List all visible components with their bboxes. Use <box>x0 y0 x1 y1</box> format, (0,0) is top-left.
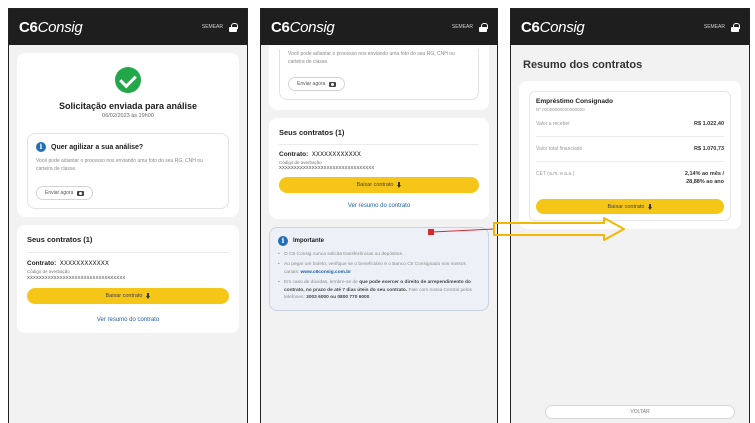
list-item: O C6 Consig nunca solicita transferência… <box>278 251 480 259</box>
download-icon <box>396 182 402 188</box>
c6-consig-logo: C6Consig <box>19 18 83 36</box>
lock-icon[interactable] <box>479 22 488 32</box>
code-label: Código de averbação <box>27 269 70 274</box>
important-card: i Importante O C6 Consig nunca solicita … <box>269 227 489 311</box>
status-date: 06/02/2023 às 19h00 <box>102 113 154 119</box>
download-contract-button[interactable]: Baixar contrato <box>279 177 479 193</box>
exit-label[interactable]: SEMEAR <box>202 24 223 30</box>
contract-summary-card: Empréstimo Consignado Nº 000000000000000… <box>519 81 741 229</box>
phone-screen-scrolled: C6Consig SEMEAR Você pode adiantar o pro… <box>260 8 498 423</box>
page-title: Resumo dos contratos <box>523 59 643 71</box>
send-photo-button[interactable]: Enviar agora <box>288 77 346 91</box>
download-icon <box>145 293 151 299</box>
download-contract-button[interactable]: Baixar contrato <box>536 199 724 215</box>
lock-icon[interactable] <box>229 22 238 32</box>
info-icon: i <box>278 236 288 246</box>
speed-up-text: Você pode adiantar o processo nos envian… <box>288 51 455 65</box>
camera-icon <box>329 81 337 87</box>
phone-screen-summary: C6Consig SEMEAR Resumo dos contratos Emp… <box>510 8 750 423</box>
speed-up-title: Quer agilizar a sua análise? <box>51 143 144 151</box>
code-value: XXXXXXXXXXXXXXXXXXXXXXXXXXXXXXXX <box>279 166 375 171</box>
send-photo-button[interactable]: Enviar agora <box>36 186 94 200</box>
top-bar: C6Consig SEMEAR <box>511 9 749 45</box>
c6-consig-logo: C6Consig <box>271 18 335 36</box>
download-icon <box>647 203 653 210</box>
top-bar: C6Consig SEMEAR <box>261 9 497 45</box>
site-link[interactable]: www.c6consig.com.br <box>301 270 351 275</box>
camera-icon <box>77 190 85 196</box>
exit-label[interactable]: SEMEAR <box>704 24 725 30</box>
contracts-title: Seus contratos (1) <box>279 128 345 137</box>
contract-number: Contrato: XXXXXXXXXXXX <box>27 260 110 267</box>
important-list: O C6 Consig nunca solicita transferência… <box>278 251 480 302</box>
success-check-icon <box>115 67 141 93</box>
info-icon: i <box>36 142 46 152</box>
important-title: Importante <box>293 238 325 244</box>
phone-screen-status: C6Consig SEMEAR Solicitação enviada para… <box>8 8 248 423</box>
speed-up-card-partial: Você pode adiantar o processo nos envian… <box>269 45 489 110</box>
code-label: Código de averbação <box>279 160 322 165</box>
view-summary-link[interactable]: Ver resumo do contrato <box>279 203 479 209</box>
contracts-card: Seus contratos (1) Contrato: XXXXXXXXXXX… <box>17 225 239 333</box>
lock-icon[interactable] <box>731 22 740 32</box>
status-title: Solicitação enviada para análise <box>58 101 198 111</box>
download-contract-button[interactable]: Baixar contrato <box>27 288 229 304</box>
list-item: Em caso de dúvidas, lembre-se de que pod… <box>278 279 480 301</box>
list-item: Ao pegar um boleto, verifique se o benef… <box>278 261 480 276</box>
back-button[interactable]: VOLTAR <box>545 405 735 419</box>
code-value: XXXXXXXXXXXXXXXXXXXXXXXXXXXXXXXXX <box>27 276 126 281</box>
summary-row: CET (a.m. e a.a.) 2,14% ao mês / 28,88% … <box>536 171 724 185</box>
summary-row: Valor total financiado R$ 1.070,73 <box>536 137 724 162</box>
contract-number: Contrato: XXXXXXXXXXXX <box>279 151 362 158</box>
exit-label[interactable]: SEMEAR <box>452 24 473 30</box>
top-bar: C6Consig SEMEAR <box>9 9 247 45</box>
c6-consig-logo: C6Consig <box>521 18 585 36</box>
contracts-title: Seus contratos (1) <box>27 235 93 244</box>
view-summary-link[interactable]: Ver resumo do contrato <box>27 317 229 323</box>
speed-up-text: Você pode adiantar o processo nos envian… <box>36 158 203 172</box>
speed-up-card: i Quer agilizar a sua análise? Você pode… <box>27 133 229 209</box>
contracts-card: Seus contratos (1) Contrato: XXXXXXXXXXX… <box>269 118 489 219</box>
status-card: Solicitação enviada para análise 06/02/2… <box>17 53 239 217</box>
product-name: Empréstimo Consignado <box>536 98 613 105</box>
summary-row: Valor a receber R$ 1.022,40 <box>536 112 724 137</box>
